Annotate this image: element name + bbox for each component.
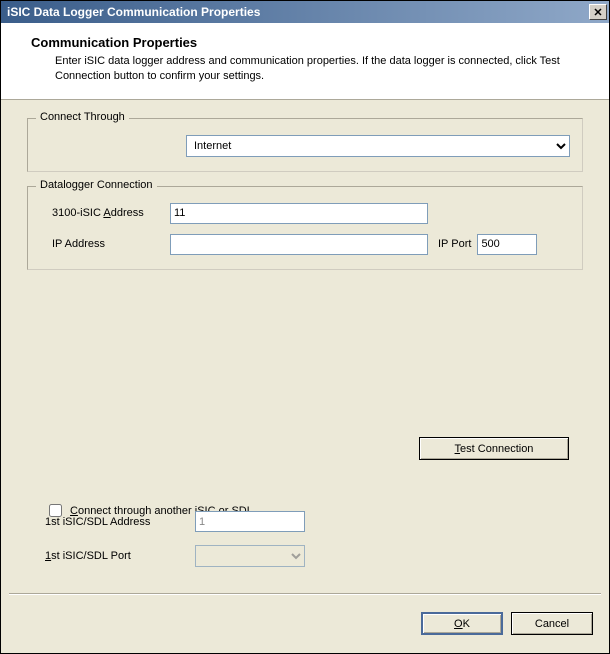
ok-button[interactable]: OK — [421, 612, 503, 635]
isic-address-input[interactable] — [170, 203, 428, 224]
relay-port-select — [195, 545, 305, 567]
ip-port-input[interactable] — [477, 234, 537, 255]
titlebar: iSIC Data Logger Communication Propertie… — [1, 1, 609, 23]
connect-through-select[interactable]: Internet — [186, 135, 570, 157]
test-connection-button[interactable]: Test Connection — [419, 437, 569, 460]
datalogger-connection-group: Datalogger Connection 3100-iSIC Address … — [27, 186, 583, 270]
ip-address-input[interactable] — [170, 234, 428, 255]
header: Communication Properties Enter iSIC data… — [1, 23, 609, 100]
cancel-button[interactable]: Cancel — [511, 612, 593, 635]
relay-address-input — [195, 511, 305, 532]
header-title: Communication Properties — [31, 35, 589, 50]
relay-port-label: 1st iSIC/SDL Port — [45, 550, 195, 562]
close-icon: ✕ — [593, 6, 602, 19]
datalogger-legend: Datalogger Connection — [36, 179, 157, 191]
content-area: Connect Through Internet Datalogger Conn… — [1, 100, 609, 270]
header-description: Enter iSIC data logger address and commu… — [31, 54, 589, 85]
isic-address-label: 3100-iSIC Address — [40, 207, 170, 219]
connect-through-legend: Connect Through — [36, 111, 129, 123]
separator — [9, 593, 601, 595]
footer-buttons: OK Cancel — [421, 612, 593, 635]
relay-address-label: 1st iSIC/SDL Address — [45, 516, 195, 528]
dialog-window: iSIC Data Logger Communication Propertie… — [0, 0, 610, 654]
ip-port-label: IP Port — [438, 238, 471, 250]
close-button[interactable]: ✕ — [589, 4, 607, 20]
connect-through-group: Connect Through Internet — [27, 118, 583, 172]
ip-address-label: IP Address — [40, 238, 170, 250]
window-title: iSIC Data Logger Communication Propertie… — [7, 5, 260, 19]
